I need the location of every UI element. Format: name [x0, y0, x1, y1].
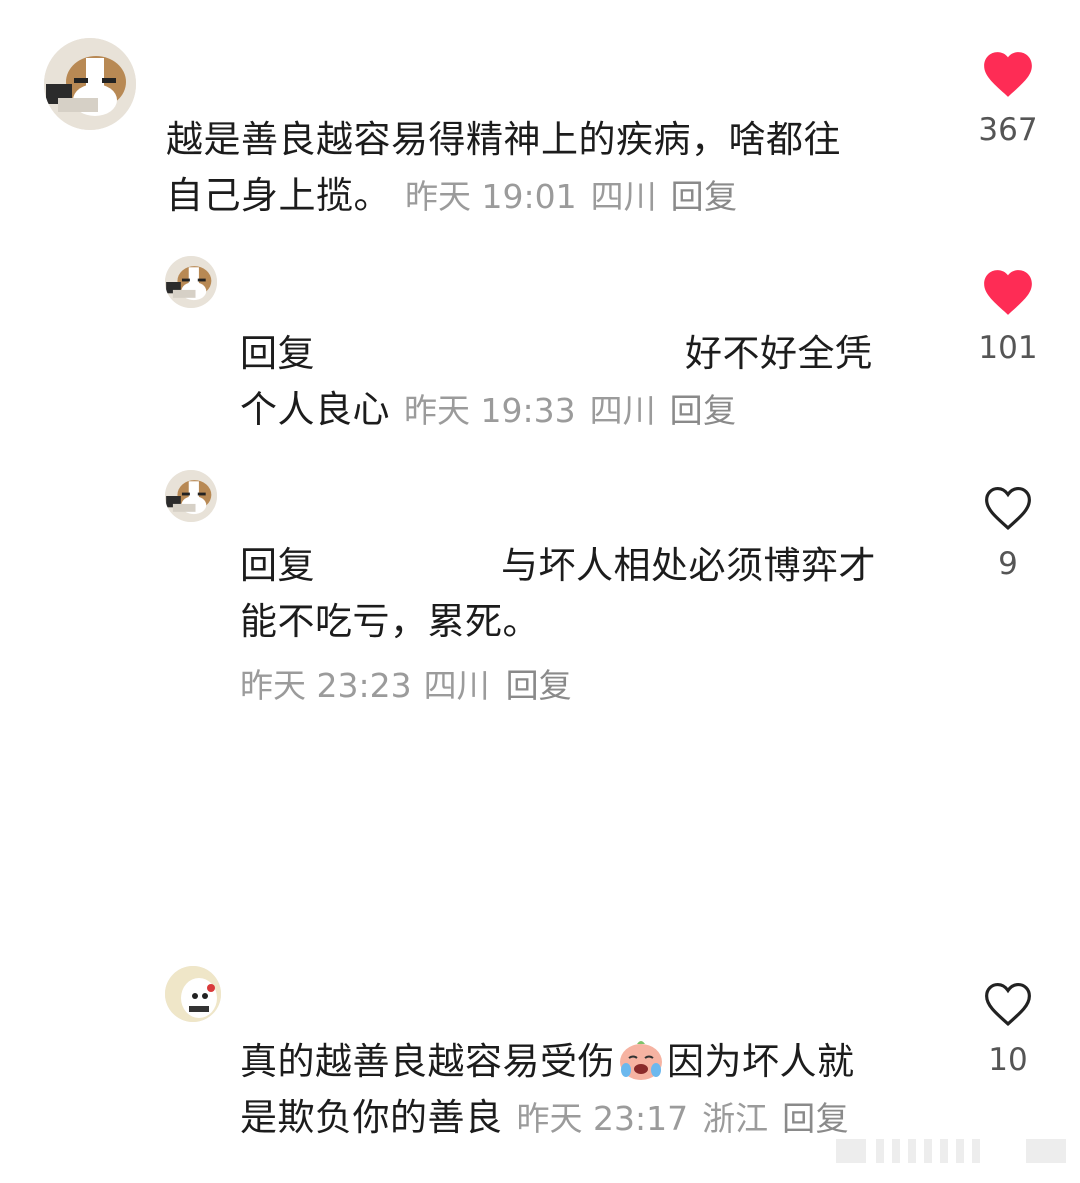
comment-line: 个人良心 [240, 388, 390, 431]
like-count: 367 [978, 112, 1038, 148]
reply-button[interactable]: 回复 [506, 666, 572, 705]
heart-outline-icon [985, 982, 1031, 1027]
comment-location: 四川 [590, 177, 657, 216]
heart-filled-icon [984, 270, 1032, 315]
avatar[interactable] [165, 966, 221, 1022]
comment-line: 与坏人相处必须博弈才 [501, 544, 876, 587]
like-button[interactable]: 101 [958, 266, 1058, 366]
like-button[interactable]: 367 [958, 48, 1058, 148]
comment-line: 好不好全凭 [685, 332, 873, 375]
comment-time: 昨天 23:23 [240, 666, 412, 705]
like-button[interactable]: 9 [958, 482, 1058, 582]
avatar[interactable] [165, 470, 217, 522]
comment-text: 越是善良越容易得精神上的疾病，啥都往 自己身上揽。 昨天 19:01 四川 回复 [166, 112, 926, 225]
comment-meta: 昨天 23:23 四川 回复 [240, 662, 572, 710]
heart-outline-icon [985, 486, 1031, 531]
comment-line: 能不吃亏，累死。 [240, 600, 540, 643]
avatar[interactable] [44, 38, 136, 130]
comment-location: 四川 [589, 391, 656, 430]
like-count: 101 [978, 330, 1038, 366]
comment-time: 昨天 19:01 [405, 177, 577, 216]
heart-filled-icon [984, 52, 1032, 97]
comment-location: 四川 [423, 666, 490, 705]
comment-line: 是欺负你的善良 [240, 1096, 503, 1139]
comment-location: 浙江 [702, 1099, 769, 1138]
comment-text: 真的越善良越容易受伤 因为坏人就 是欺负你的善良 昨天 23:17 浙江 回复 [240, 1034, 930, 1147]
comment-line: 因为坏人就 [667, 1040, 855, 1083]
reply-button[interactable]: 回复 [782, 1099, 849, 1138]
comment-time: 昨天 19:33 [404, 391, 576, 430]
avatar[interactable] [165, 256, 217, 308]
comment-text: 回复 好不好全凭 个人良心 昨天 19:33 四川 回复 [240, 326, 900, 439]
reply-button[interactable]: 回复 [671, 177, 738, 216]
reply-button[interactable]: 回复 [670, 391, 737, 430]
like-count: 10 [988, 1042, 1028, 1078]
like-count: 9 [998, 546, 1018, 582]
crying-face-emoji-icon [617, 1038, 665, 1082]
comment-line: 真的越善良越容易受伤 [240, 1040, 615, 1083]
comment-text: 回复 与坏人相处必须博弈才 能不吃亏，累死。 [240, 538, 920, 650]
like-button[interactable]: 10 [958, 978, 1058, 1078]
comment-time: 昨天 23:17 [516, 1099, 689, 1138]
reply-prefix: 回复 [240, 544, 315, 587]
watermark [836, 1135, 1066, 1167]
comment-line: 自己身上揽。 [166, 174, 391, 217]
reply-prefix: 回复 [240, 332, 315, 375]
comment-line: 越是善良越容易得精神上的疾病，啥都往 [166, 118, 841, 161]
